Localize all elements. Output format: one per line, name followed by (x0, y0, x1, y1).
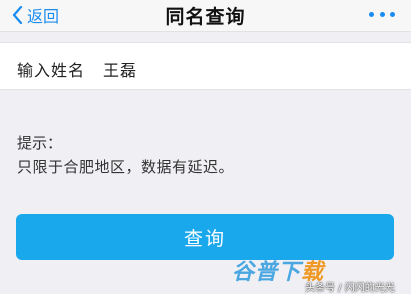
more-button[interactable] (369, 7, 395, 21)
chevron-left-icon (12, 6, 23, 24)
hint-title: 提示： (17, 134, 63, 152)
name-input-row[interactable]: 输入姓名 王磊 (0, 42, 411, 90)
query-button[interactable]: 查询 (16, 214, 394, 260)
hint-text: 只限于合肥地区，数据有延迟。 (17, 158, 235, 176)
watermark-credit: 头条号 / 闪闪的光光 (305, 283, 395, 294)
watermark-logo-main: 谷普下 (232, 260, 302, 285)
nav-bar: 返回 同名查询 (0, 0, 411, 31)
back-button[interactable]: 返回 (12, 3, 59, 27)
more-dots-icon (390, 11, 395, 17)
more-dots-icon (379, 11, 385, 17)
more-dots-icon (369, 11, 374, 17)
section-divider (0, 31, 411, 42)
name-field[interactable]: 王磊 (103, 57, 137, 81)
back-label: 返回 (27, 7, 60, 26)
name-field-label: 输入姓名 (17, 61, 86, 80)
page-title: 同名查询 (165, 6, 246, 28)
